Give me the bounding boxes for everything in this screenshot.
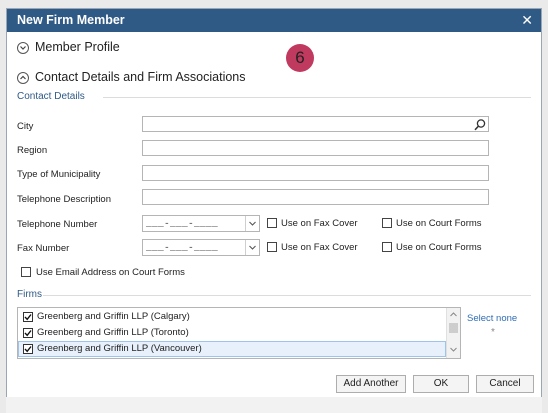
background-strip	[6, 397, 542, 413]
group-divider	[43, 295, 531, 296]
dialog-title: New Firm Member	[17, 13, 125, 27]
firm-label: Greenberg and Griffin LLP (Vancouver)	[37, 343, 202, 354]
contact-details-group-label: Contact Details	[17, 91, 85, 102]
list-item[interactable]: Greenberg and Griffin LLP (Vancouver)	[18, 341, 446, 357]
tel-court-forms-label: Use on Court Forms	[396, 218, 482, 229]
new-firm-member-dialog: New Firm Member ✕ Member Profile 6 Conta…	[6, 8, 542, 398]
region-label: Region	[17, 145, 48, 156]
fax-number-input[interactable]: ___-___-____	[142, 239, 260, 256]
chevron-down-icon[interactable]	[245, 216, 259, 231]
city-input[interactable]	[142, 116, 489, 132]
close-icon[interactable]: ✕	[521, 12, 533, 29]
contact-details-section-header[interactable]: Contact Details and Firm Associations	[17, 70, 277, 90]
dialog-title-bar[interactable]: New Firm Member ✕	[7, 9, 541, 32]
tel-fax-cover-label: Use on Fax Cover	[281, 218, 358, 229]
telephone-number-input[interactable]: ___-___-____	[142, 215, 260, 232]
chevron-down-icon[interactable]	[245, 240, 259, 255]
group-divider	[103, 97, 531, 98]
firm-checkbox[interactable]	[23, 344, 33, 354]
add-another-button[interactable]: Add Another	[336, 375, 406, 393]
chevron-down-icon	[17, 42, 29, 54]
firm-label: Greenberg and Griffin LLP (Toronto)	[37, 327, 189, 338]
search-icon[interactable]	[473, 118, 488, 132]
telephone-number-label: Telephone Number	[17, 219, 98, 230]
fax-court-forms-checkbox[interactable]	[382, 242, 392, 252]
telephone-description-label: Telephone Description	[17, 194, 112, 205]
select-none-link[interactable]: Select none	[467, 313, 517, 324]
firms-scrollbar[interactable]	[446, 308, 460, 358]
cancel-button[interactable]: Cancel	[476, 375, 534, 393]
contact-details-firm-label: Contact Details and Firm Associations	[35, 70, 246, 84]
telephone-description-input[interactable]	[142, 189, 489, 205]
firm-label: Greenberg and Griffin LLP (Calgary)	[37, 311, 190, 322]
fax-number-label: Fax Number	[17, 243, 70, 254]
step-number-badge: 6	[286, 44, 314, 72]
chevron-up-icon[interactable]	[449, 311, 458, 318]
firms-list[interactable]: Greenberg and Griffin LLP (Calgary) Gree…	[17, 307, 461, 359]
firms-group-label: Firms	[17, 289, 42, 300]
fax-fax-cover-label: Use on Fax Cover	[281, 242, 358, 253]
municipality-input[interactable]	[142, 165, 489, 181]
city-label: City	[17, 121, 34, 132]
required-marker: *	[491, 327, 495, 338]
chevron-down-icon[interactable]	[449, 346, 458, 353]
firm-checkbox[interactable]	[23, 328, 33, 338]
tel-court-forms-checkbox[interactable]	[382, 218, 392, 228]
email-court-forms-checkbox[interactable]	[21, 267, 31, 277]
fax-court-forms-label: Use on Court Forms	[396, 242, 482, 253]
chevron-up-icon	[17, 72, 29, 84]
ok-button[interactable]: OK	[413, 375, 469, 393]
telephone-number-mask: ___-___-____	[146, 218, 219, 229]
list-item[interactable]: Greenberg and Griffin LLP (Toronto)	[18, 325, 446, 341]
tel-fax-cover-checkbox[interactable]	[267, 218, 277, 228]
fax-fax-cover-checkbox[interactable]	[267, 242, 277, 252]
fax-number-mask: ___-___-____	[146, 242, 219, 253]
email-court-forms-label: Use Email Address on Court Forms	[36, 267, 185, 278]
region-input[interactable]	[142, 140, 489, 156]
member-profile-section-header[interactable]: Member Profile	[17, 40, 157, 60]
member-profile-label: Member Profile	[35, 40, 120, 54]
firm-checkbox[interactable]	[23, 312, 33, 322]
list-item[interactable]: Greenberg and Griffin LLP (Calgary)	[18, 309, 446, 325]
municipality-label: Type of Municipality	[17, 169, 101, 180]
scroll-thumb[interactable]	[449, 323, 458, 333]
